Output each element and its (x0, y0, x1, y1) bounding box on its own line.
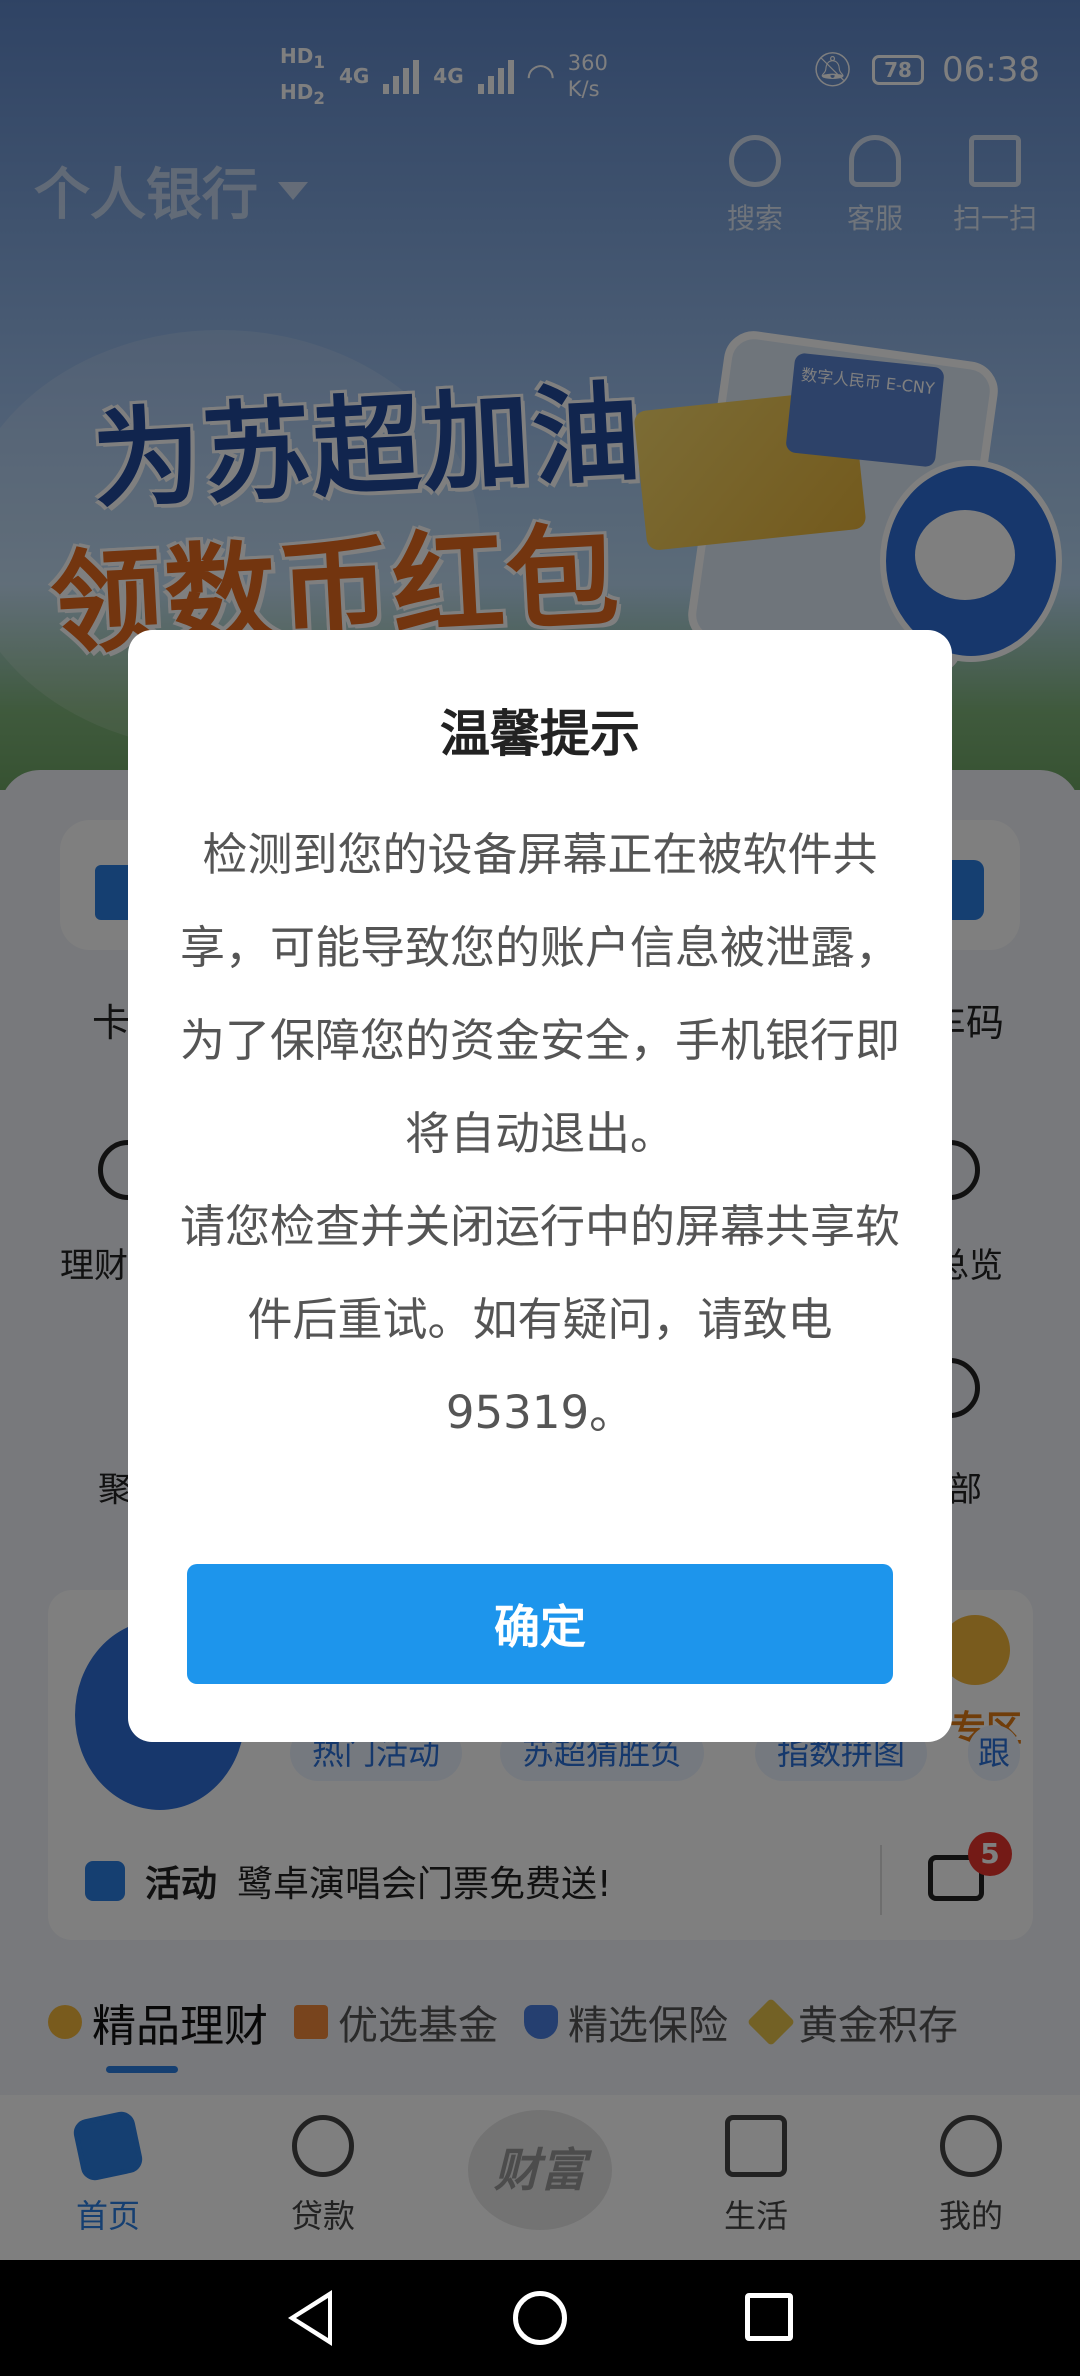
screen-share-warning-dialog: 温馨提示 检测到您的设备屏幕正在被软件共享，可能导致您的账户信息被泄露，为了保障… (128, 630, 952, 1742)
home-circle-icon[interactable] (513, 2291, 567, 2345)
dialog-message: 检测到您的设备屏幕正在被软件共享，可能导致您的账户信息被泄露，为了保障您的资金安… (176, 808, 904, 1459)
confirm-button[interactable]: 确定 (187, 1564, 893, 1684)
recents-icon[interactable] (745, 2293, 793, 2341)
dialog-paragraph-1: 检测到您的设备屏幕正在被软件共享，可能导致您的账户信息被泄露，为了保障您的资金安… (179, 828, 900, 1160)
dialog-title: 温馨提示 (440, 705, 640, 763)
back-icon-inner (296, 2298, 328, 2338)
dialog-paragraph-2: 请您检查并关闭运行中的屏幕共享软件后重试。如有疑问，请致电95319。 (179, 1200, 900, 1439)
